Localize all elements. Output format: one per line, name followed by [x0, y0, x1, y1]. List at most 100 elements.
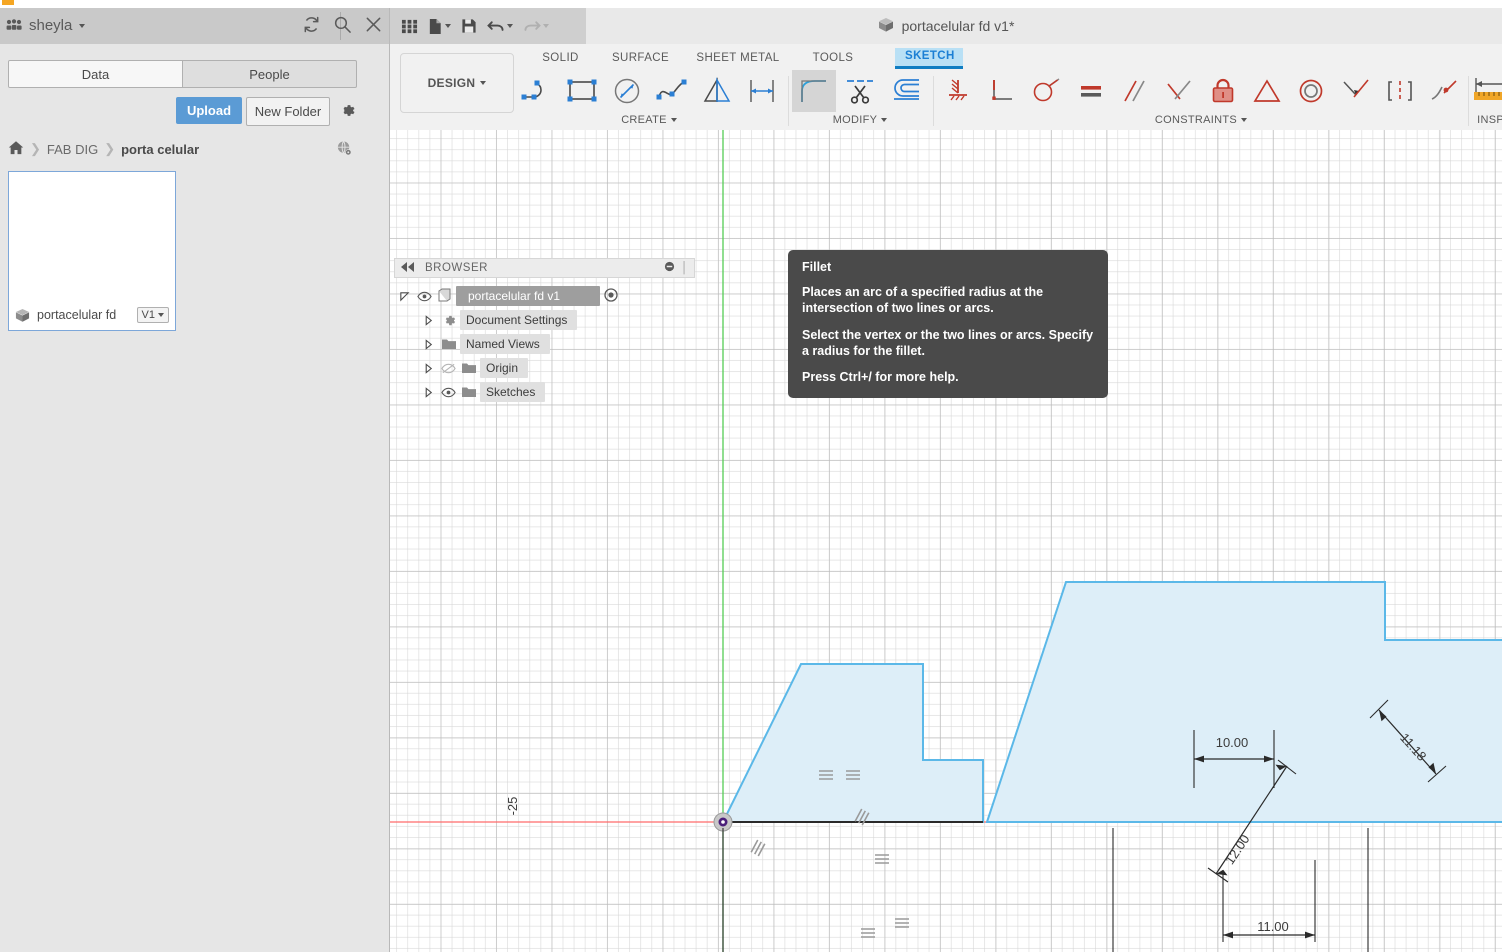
- gear-icon[interactable]: [338, 101, 357, 125]
- expand-arrow-icon[interactable]: [418, 363, 438, 374]
- redo-icon[interactable]: [520, 17, 552, 36]
- horizontal-vertical-icon[interactable]: [981, 70, 1023, 112]
- tab-sketch[interactable]: SKETCH: [895, 48, 963, 69]
- file-version-label: V1: [142, 309, 155, 321]
- folder-icon: [458, 361, 480, 375]
- file-name: portacelular fd: [37, 308, 130, 322]
- rectangle-icon[interactable]: [560, 70, 603, 112]
- sketch-dimension-icon[interactable]: [740, 70, 783, 112]
- collinear-icon[interactable]: [1335, 70, 1377, 112]
- line-icon[interactable]: [515, 70, 558, 112]
- home-icon[interactable]: [8, 140, 24, 158]
- document-title-text: portacelular fd v1*: [902, 18, 1015, 34]
- mirror-icon[interactable]: [695, 70, 738, 112]
- workspace-switcher-button[interactable]: DESIGN: [400, 53, 514, 113]
- data-panel-header-actions: [302, 15, 383, 34]
- breadcrumb-item-fab-dig[interactable]: FAB DIG: [47, 142, 98, 157]
- collapse-left-icon[interactable]: [401, 259, 415, 277]
- tab-data[interactable]: Data: [9, 61, 183, 87]
- tab-surface[interactable]: SURFACE: [598, 52, 683, 64]
- file-thumbnail: [9, 172, 175, 300]
- expand-arrow-icon[interactable]: [418, 387, 438, 398]
- data-panel-tabs: Data People: [8, 60, 357, 88]
- browser-header[interactable]: BROWSER │: [394, 258, 695, 278]
- fix-constraint-icon[interactable]: [937, 70, 979, 112]
- concentric-icon[interactable]: [1290, 70, 1332, 112]
- panel-modify-label[interactable]: MODIFY: [792, 114, 928, 126]
- cube-icon: [878, 17, 894, 36]
- equal-icon[interactable]: [1070, 70, 1112, 112]
- curvature-icon[interactable]: [1423, 70, 1465, 112]
- expand-arrow-icon[interactable]: [418, 315, 438, 326]
- gear-icon: [438, 313, 460, 328]
- component-activate-radio[interactable]: [604, 288, 618, 305]
- circle-minus-icon[interactable]: [664, 259, 675, 277]
- panel-constraints-label[interactable]: CONSTRAINTS: [937, 114, 1465, 126]
- search-icon[interactable]: [333, 15, 352, 34]
- dimension-label-12-00: 12.00: [1222, 832, 1253, 867]
- breadcrumb-separator: ❯: [104, 141, 115, 157]
- browser-item-label: Sketches: [480, 382, 545, 402]
- close-icon[interactable]: [364, 15, 383, 34]
- panel-separator: [1468, 76, 1469, 126]
- fillet-tooltip: Fillet Places an arc of a specified radi…: [788, 250, 1108, 398]
- measure-icon[interactable]: [1472, 70, 1502, 112]
- folder-icon: [438, 337, 460, 351]
- panel-inspect-label[interactable]: INSPECT: [1472, 114, 1502, 126]
- tab-sheet-metal[interactable]: SHEET METAL: [683, 52, 793, 64]
- sketch-canvas[interactable]: 10.00 12.00 11.00: [390, 130, 1502, 952]
- perpendicular-icon[interactable]: [1158, 70, 1200, 112]
- tooltip-help-hint: Press Ctrl+/ for more help.: [802, 370, 1094, 384]
- tooltip-paragraph-2: Select the vertex or the two lines or ar…: [802, 327, 1094, 359]
- visibility-eye-icon[interactable]: [438, 387, 458, 398]
- file-card-portacelular-fd[interactable]: portacelular fd V1: [8, 171, 176, 331]
- chevron-down-icon: [543, 24, 549, 28]
- visibility-eye-off-icon[interactable]: [438, 363, 458, 374]
- refresh-icon[interactable]: [302, 15, 321, 34]
- browser-item-portacelular-fd-v1[interactable]: portacelular fd v1: [394, 284, 695, 308]
- app-accent-marker: [2, 0, 14, 5]
- dimension-40-00: 40.00: [1373, 828, 1502, 952]
- chevron-down-icon: [507, 24, 513, 28]
- tab-people[interactable]: People: [183, 61, 356, 87]
- user-menu[interactable]: sheyla: [6, 17, 85, 34]
- upload-button[interactable]: Upload: [176, 97, 242, 124]
- trim-icon[interactable]: [838, 70, 882, 112]
- offset-icon[interactable]: [884, 70, 928, 112]
- component-icon: [434, 288, 456, 304]
- spline-icon[interactable]: [650, 70, 693, 112]
- app-grid-icon[interactable]: [398, 16, 421, 37]
- browser-resize-handle[interactable]: │: [681, 262, 688, 274]
- create-tool-icons: [515, 70, 783, 112]
- new-file-icon[interactable]: [425, 16, 454, 37]
- workspace-label: DESIGN: [428, 76, 476, 90]
- fillet-icon[interactable]: [792, 70, 836, 112]
- globe-icon[interactable]: [336, 140, 353, 162]
- tab-tools[interactable]: TOOLS: [793, 52, 873, 64]
- circle-icon[interactable]: [605, 70, 648, 112]
- breadcrumb-item-porta-celular[interactable]: porta celular: [121, 142, 199, 157]
- browser-item-origin[interactable]: Origin: [394, 356, 695, 380]
- browser-item-named-views[interactable]: Named Views: [394, 332, 695, 356]
- file-version-selector[interactable]: V1: [137, 307, 169, 323]
- breadcrumb-separator: ❯: [30, 141, 41, 157]
- parallel-icon[interactable]: [1114, 70, 1156, 112]
- lock-icon[interactable]: [1202, 70, 1244, 112]
- browser-item-sketches[interactable]: Sketches: [394, 380, 695, 404]
- midpoint-icon[interactable]: [1379, 70, 1421, 112]
- save-icon[interactable]: [458, 16, 480, 36]
- expand-arrow-icon[interactable]: [394, 291, 414, 302]
- quick-access-toolbar: [390, 8, 586, 44]
- symmetry-icon[interactable]: [1246, 70, 1288, 112]
- dimension-label-11-00: 11.00: [1257, 919, 1289, 934]
- visibility-eye-icon[interactable]: [414, 291, 434, 302]
- new-folder-button[interactable]: New Folder: [246, 97, 330, 126]
- undo-icon[interactable]: [484, 17, 516, 36]
- expand-arrow-icon[interactable]: [418, 339, 438, 350]
- dimension-label-10-00: 10.00: [1216, 735, 1249, 750]
- browser-item-document-settings[interactable]: Document Settings: [394, 308, 695, 332]
- tangent-icon[interactable]: [1025, 70, 1067, 112]
- data-panel: sheyla Data People: [0, 8, 390, 952]
- tab-solid[interactable]: SOLID: [523, 52, 598, 64]
- panel-create-label[interactable]: CREATE: [515, 114, 783, 126]
